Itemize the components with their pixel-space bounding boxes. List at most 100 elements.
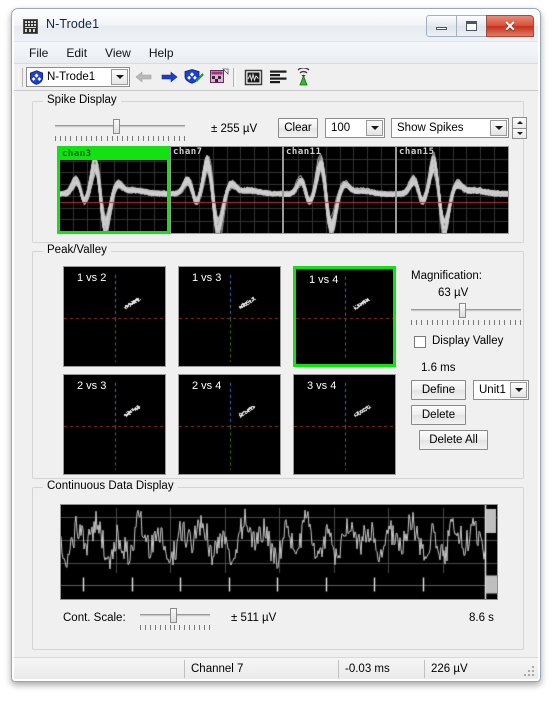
spike-mode-value: Show Spikes xyxy=(397,122,464,134)
maximize-icon xyxy=(466,21,477,31)
toolbar-separator xyxy=(233,67,236,87)
menu-view[interactable]: View xyxy=(96,44,140,62)
close-button[interactable]: ✕ xyxy=(486,15,534,37)
shield-icon xyxy=(29,69,44,85)
spike-panel-label: chan3 xyxy=(62,149,92,159)
menu-edit[interactable]: Edit xyxy=(57,44,96,62)
pv-panel-3v4[interactable]: 3 vs 4 xyxy=(293,374,396,475)
spike-panel-chan15[interactable]: chan15 xyxy=(396,146,509,234)
slider-thumb[interactable] xyxy=(459,303,466,318)
continuous-data-canvas[interactable] xyxy=(60,504,498,600)
pv-panel-label: 1 vs 4 xyxy=(309,274,339,286)
spike-scale-label: ± 255 µV xyxy=(211,123,258,135)
client-area: Spike Display ± 255 µV Clear 100 Show Sp… xyxy=(14,91,538,657)
pv-panel-1v4[interactable]: 1 vs 4 xyxy=(293,266,396,367)
pv-panel-label: 2 vs 3 xyxy=(77,380,107,392)
slider-thumb[interactable] xyxy=(170,608,177,623)
pv-panel-label: 2 vs 4 xyxy=(192,380,222,392)
cont-scale-label: Cont. Scale: xyxy=(63,612,126,624)
peak-valley-group: Peak/Valley 1 vs 2 1 vs 3 1 vs 4 2 vs 3 … xyxy=(32,244,529,479)
magnification-label: Magnification: xyxy=(411,270,482,282)
clear-button[interactable]: Clear xyxy=(278,118,318,138)
continuous-display-group: Continuous Data Display Cont. Scale: ± 5… xyxy=(32,480,524,650)
spike-panel-label: chan7 xyxy=(173,147,203,157)
forward-arrow-icon[interactable] xyxy=(158,66,180,88)
spike-panel-label: chan15 xyxy=(399,147,435,157)
spike-panel-chan3[interactable]: chan3 xyxy=(57,146,170,234)
chevron-down-icon[interactable] xyxy=(366,120,383,136)
magnification-slider[interactable] xyxy=(411,303,521,325)
cont-scale-value: ± 511 µV xyxy=(231,612,277,624)
spike-count-value: 100 xyxy=(331,122,351,134)
spinner-up[interactable] xyxy=(512,117,527,129)
new-window-icon[interactable] xyxy=(208,66,230,88)
screenshot-root: N-Trode1 ✕ File Edit View Help N-Trode1 … xyxy=(0,0,554,705)
spike-panel-chan11[interactable]: chan11 xyxy=(283,146,396,234)
tool-bar: N-Trode1 xyxy=(14,64,538,91)
display-valley-label: Display Valley xyxy=(432,335,504,347)
resize-grip[interactable] xyxy=(522,664,535,677)
cont-scale-slider[interactable] xyxy=(140,608,210,630)
spike-mode-combo[interactable]: Show Spikes xyxy=(391,118,509,138)
pv-panel-1v3[interactable]: 1 vs 3 xyxy=(178,266,281,367)
pv-panel-label: 1 vs 2 xyxy=(77,272,107,284)
status-blank xyxy=(14,660,184,678)
spike-mode-spinner[interactable] xyxy=(512,117,527,139)
delete-all-button[interactable]: Delete All xyxy=(419,430,488,450)
menu-file[interactable]: File xyxy=(20,44,57,62)
broadcast-icon[interactable] xyxy=(292,66,314,88)
title-bar: N-Trode1 ✕ xyxy=(14,11,538,42)
status-bar: Channel 7 -0.03 ms 226 µV xyxy=(14,657,538,679)
toolbar-grip[interactable] xyxy=(18,67,23,87)
status-time: -0.03 ms xyxy=(338,660,424,678)
pv-panel-2v4[interactable]: 2 vs 4 xyxy=(178,374,281,475)
chevron-down-icon[interactable] xyxy=(510,382,527,398)
trode-select-combo[interactable]: N-Trode1 xyxy=(26,67,130,87)
slider-track xyxy=(411,309,521,312)
pv-time-label: 1.6 ms xyxy=(421,362,456,374)
slider-ticks xyxy=(140,625,210,630)
spike-display-group: Spike Display ± 255 µV Clear 100 Show Sp… xyxy=(32,94,527,243)
cont-time-value: 8.6 s xyxy=(469,612,494,624)
status-channel: Channel 7 xyxy=(184,660,338,678)
chevron-down-icon[interactable] xyxy=(490,120,507,136)
delete-button[interactable]: Delete xyxy=(411,405,466,425)
continuous-display-title: Continuous Data Display xyxy=(43,480,178,492)
minimize-button[interactable] xyxy=(426,15,457,37)
spike-scale-slider[interactable] xyxy=(55,119,185,141)
slider-track xyxy=(55,125,185,128)
window-title: N-Trode1 xyxy=(46,17,100,31)
display-valley-checkbox[interactable] xyxy=(414,336,426,348)
grid-icon xyxy=(23,19,38,34)
pv-panel-label: 1 vs 3 xyxy=(192,272,222,284)
spike-display-title: Spike Display xyxy=(43,94,121,106)
window-inner: N-Trode1 ✕ File Edit View Help N-Trode1 … xyxy=(12,9,540,681)
chevron-down-icon[interactable] xyxy=(111,69,128,85)
menu-bar: File Edit View Help xyxy=(14,42,538,64)
waveform-view-icon[interactable] xyxy=(242,66,264,88)
spinner-down[interactable] xyxy=(512,128,527,139)
menu-help[interactable]: Help xyxy=(140,44,183,62)
unit-combo[interactable]: Unit1 xyxy=(473,380,529,400)
pv-panel-2v3[interactable]: 2 vs 3 xyxy=(63,374,166,475)
maximize-button[interactable] xyxy=(456,15,487,37)
close-icon: ✕ xyxy=(504,17,516,34)
spike-panel-label: chan11 xyxy=(286,147,322,157)
shield-edit-icon[interactable] xyxy=(183,66,205,88)
list-view-icon[interactable] xyxy=(267,66,289,88)
unit-combo-value: Unit1 xyxy=(479,384,506,396)
pv-panel-label: 3 vs 4 xyxy=(307,380,337,392)
spike-panel-chan7[interactable]: chan7 xyxy=(170,146,283,234)
pv-panel-1v2[interactable]: 1 vs 2 xyxy=(63,266,166,367)
define-button[interactable]: Define xyxy=(411,380,466,400)
app-window: N-Trode1 ✕ File Edit View Help N-Trode1 … xyxy=(11,8,541,682)
slider-ticks xyxy=(411,320,521,325)
status-voltage: 226 µV xyxy=(424,660,524,678)
back-arrow-icon[interactable] xyxy=(133,66,155,88)
slider-thumb[interactable] xyxy=(113,119,120,134)
magnification-value: 63 µV xyxy=(438,287,469,299)
window-buttons: ✕ xyxy=(426,15,534,37)
spike-count-combo[interactable]: 100 xyxy=(325,118,385,138)
minimize-icon xyxy=(436,27,447,30)
trode-select-value: N-Trode1 xyxy=(47,71,96,83)
